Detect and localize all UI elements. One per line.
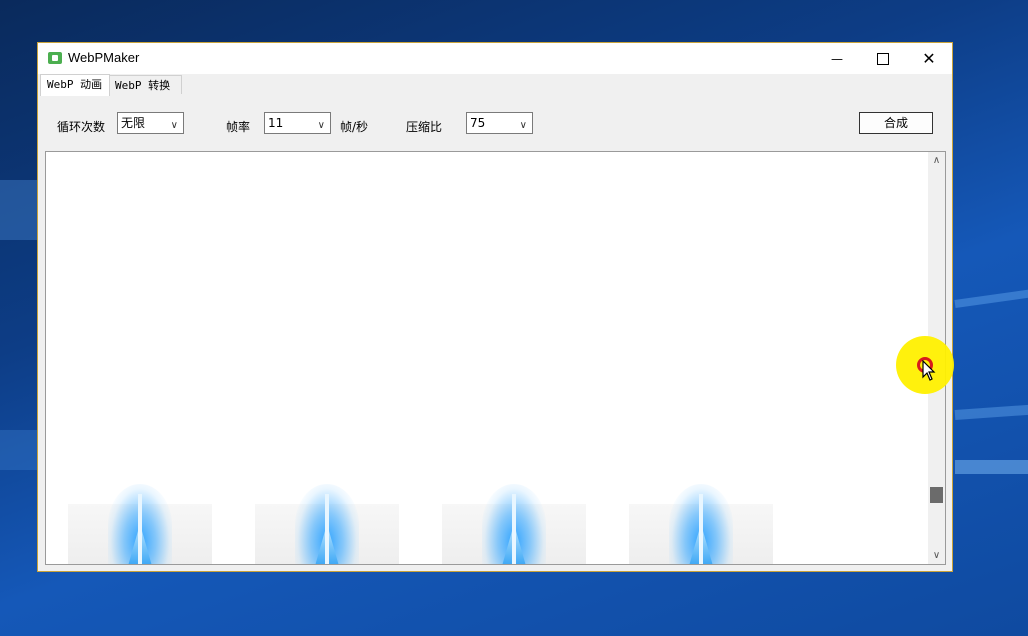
minimize-button[interactable]: — — [814, 43, 860, 74]
maximize-icon — [877, 52, 889, 65]
thumbnail-spire — [138, 494, 142, 564]
frame-thumbnail[interactable] — [255, 484, 399, 564]
frame-thumbnail[interactable] — [442, 484, 586, 564]
loop-count-label: 循环次数 — [57, 120, 106, 134]
framerate-unit: 帧/秒 — [340, 120, 369, 134]
chevron-down-icon: ∨ — [317, 120, 325, 131]
frame-thumbnail[interactable] — [629, 484, 773, 564]
mouse-pointer-icon — [922, 360, 936, 381]
thumbnail-spire — [699, 494, 703, 564]
desktop-light-ray — [955, 460, 1028, 474]
title-bar[interactable]: WebPMaker — ✕ — [38, 43, 952, 74]
chevron-up-icon[interactable]: ∧ — [928, 152, 945, 169]
frame-preview-area[interactable]: ∧ ∨ — [45, 151, 946, 565]
maximize-button[interactable] — [860, 43, 906, 74]
app-window: WebPMaker — ✕ WebP 动画 WebP 转换 循环次数 无限 ∨ … — [37, 42, 953, 572]
close-icon: ✕ — [922, 49, 936, 68]
compose-button[interactable]: 合成 — [859, 112, 933, 134]
desktop-light-ray — [0, 180, 40, 240]
desktop-light-ray — [954, 401, 1028, 420]
chevron-down-icon[interactable]: ∨ — [928, 547, 945, 564]
animation-panel: 循环次数 无限 ∨ 帧率 11 ∨ 帧/秒 压缩比 75 ∨ 合成 ∧ ∨ — [39, 94, 951, 570]
minimize-icon: — — [831, 51, 843, 66]
loop-count-select[interactable]: 无限 ∨ — [117, 112, 184, 134]
chevron-down-icon: ∨ — [170, 120, 178, 131]
desktop-light-ray — [954, 283, 1028, 308]
compression-label: 压缩比 — [406, 120, 443, 134]
framerate-value: 11 — [268, 116, 284, 130]
scrollbar-thumb[interactable] — [930, 487, 943, 503]
window-title: WebPMaker — [68, 50, 140, 65]
framerate-select[interactable]: 11 ∨ — [264, 112, 331, 134]
compression-select[interactable]: 75 ∨ — [466, 112, 533, 134]
app-icon — [48, 52, 62, 64]
desktop-light-ray — [0, 430, 40, 470]
chevron-down-icon: ∨ — [519, 120, 527, 131]
thumbnail-spire — [325, 494, 329, 564]
compression-value: 75 — [470, 116, 486, 130]
framerate-label: 帧率 — [226, 120, 251, 134]
tab-webp-convert[interactable]: WebP 转换 — [108, 75, 182, 95]
tab-webp-animation[interactable]: WebP 动画 — [40, 74, 110, 96]
thumbnail-spire — [512, 494, 516, 564]
loop-count-value: 无限 — [121, 116, 146, 130]
frame-thumbnail[interactable] — [68, 484, 212, 564]
close-button[interactable]: ✕ — [906, 43, 952, 74]
